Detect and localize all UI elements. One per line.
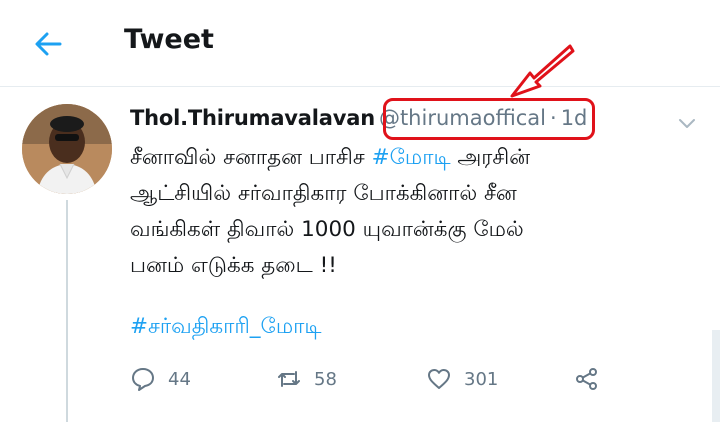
hashtag-link[interactable]: #மோடி	[372, 145, 451, 170]
tweet-line: வங்கிகள் திவால் 1000 யுவான்க்கு மேல்	[130, 217, 524, 242]
retweet-icon	[278, 371, 300, 387]
header-divider	[0, 86, 720, 87]
retweet-count: 58	[314, 368, 337, 390]
reply-count: 44	[168, 368, 191, 390]
red-arrow-annotation	[510, 44, 575, 98]
hashtag-link[interactable]: #சர்வதிகாரி_மோடி	[130, 314, 321, 341]
thread-line	[66, 200, 68, 422]
top-bar: Tweet	[0, 0, 720, 86]
page-title: Tweet	[124, 24, 214, 55]
avatar[interactable]	[22, 104, 112, 194]
like-count: 301	[464, 368, 499, 390]
heart-icon	[428, 369, 450, 389]
tweet-text: சீனாவில் சனாதன பாசிச #மோடி அரசின் ஆட்சிய…	[130, 140, 700, 284]
chevron-down-icon	[679, 119, 695, 128]
display-name[interactable]: Thol.Thirumavalavan	[130, 106, 375, 130]
handle-highlight-annotation	[383, 98, 595, 140]
tweet-line: ஆட்சியில் சர்வாதிகார போக்கினால் சீன	[130, 181, 517, 206]
more-options-button[interactable]	[676, 112, 698, 134]
reply-icon	[132, 368, 154, 391]
tweet-line: பனம் எடுக்க தடை !!	[130, 253, 337, 278]
tweet-line: சீனாவில் சனாதன பாசிச #மோடி அரசின்	[130, 145, 531, 170]
back-button[interactable]	[30, 26, 66, 62]
retweet-button[interactable]: 58	[276, 366, 337, 392]
profile-photo	[22, 104, 112, 194]
share-button[interactable]	[574, 366, 600, 392]
next-item-edge	[712, 330, 720, 422]
share-icon	[576, 368, 597, 390]
like-button[interactable]: 301	[426, 366, 498, 392]
reply-button[interactable]: 44	[130, 366, 191, 392]
arrow-left-icon	[35, 32, 62, 56]
